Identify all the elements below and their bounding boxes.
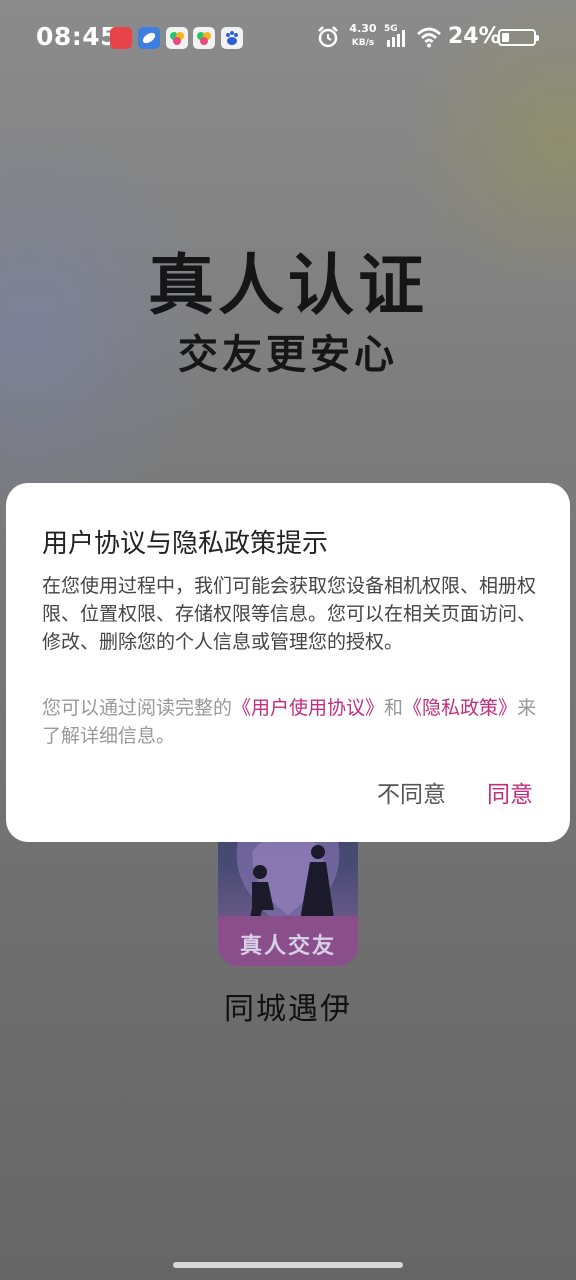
browser-app-icon: [138, 27, 160, 49]
wifi-icon: [416, 26, 442, 48]
status-time: 08:45: [36, 22, 119, 51]
baidu-app-icon: [221, 27, 243, 49]
app-name: 同城遇伊: [224, 992, 352, 1027]
links-prefix: 您可以通过阅读完整的: [42, 697, 233, 719]
dialog-body: 在您使用过程中，我们可能会获取您设备相机权限、相册权限、位置权限、存储权限等信息…: [42, 575, 537, 653]
cellular-signal-icon: 5G: [384, 24, 410, 48]
shopping-app-icon: [110, 27, 132, 49]
network-speed: 4.30 KB/s: [346, 22, 380, 50]
battery-icon: [498, 29, 539, 46]
hero-title: 真人认证: [148, 247, 428, 324]
user-agreement-link[interactable]: 《用户使用协议》: [232, 697, 384, 719]
battery-percent: 24%: [448, 24, 501, 49]
home-indicator[interactable]: [173, 1262, 403, 1268]
network-speed-value: 4.30: [349, 22, 377, 35]
disagree-button[interactable]: 不同意: [377, 775, 446, 809]
privacy-dialog: 用户协议与隐私政策提示 在您使用过程中，我们可能会获取您设备相机权限、相册权限、…: [6, 483, 570, 842]
colorful-app-icon: [193, 27, 215, 49]
hero-subtitle: 交友更安心: [178, 332, 398, 378]
status-bar: 08:45 4.30 KB/s 5G 24%: [0, 0, 576, 76]
agree-button[interactable]: 同意: [487, 775, 533, 809]
privacy-policy-link[interactable]: 《隐私政策》: [403, 697, 517, 719]
alarm-icon: [316, 25, 340, 49]
links-and: 和: [384, 697, 404, 719]
network-speed-unit: KB/s: [351, 38, 375, 48]
dialog-title: 用户协议与隐私政策提示: [42, 529, 329, 559]
colorful-app-icon: [166, 27, 188, 49]
battery-level-fill: [502, 33, 509, 42]
logo-text: 真人交友: [239, 934, 336, 959]
dialog-links-paragraph: 您可以通过阅读完整的《用户使用协议》和《隐私政策》来了解详细信息。: [42, 694, 538, 750]
